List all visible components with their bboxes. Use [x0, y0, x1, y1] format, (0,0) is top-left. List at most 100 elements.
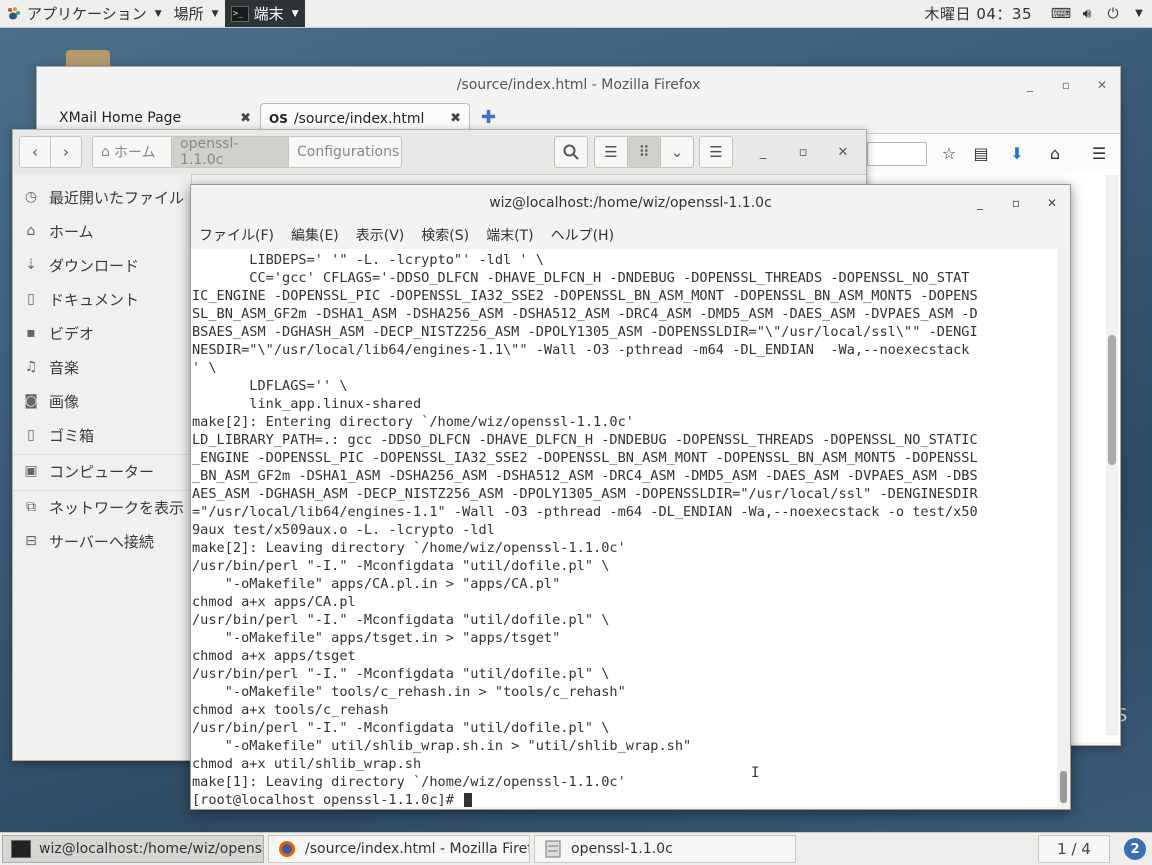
- back-button[interactable]: ‹: [19, 136, 51, 168]
- terminal-line: IC_ENGINE -DOPENSSL_PIC -DOPENSSL_IA32_S…: [192, 288, 978, 304]
- grid-view-button[interactable]: ⠿: [627, 136, 661, 168]
- terminal-line: SL_BN_ASM_GF2m -DSHA1_ASM -DSHA256_ASM -…: [192, 306, 978, 322]
- sidebar-item-videos[interactable]: ▪ ビデオ: [23, 318, 94, 348]
- terminal-line: "-oMakefile" util/shlib_wrap.sh.in > "ut…: [192, 738, 692, 754]
- maximize-button[interactable]: ▫: [1004, 191, 1028, 215]
- sidebar-item-pictures[interactable]: ◙ 画像: [23, 386, 79, 416]
- hamburger-menu-icon: ☰: [709, 143, 723, 161]
- home-icon: ⌂: [101, 144, 110, 160]
- keyboard-icon[interactable]: ⌨: [1048, 0, 1074, 27]
- chevron-down-icon[interactable]: ▼: [1126, 0, 1152, 27]
- download-icon[interactable]: ⬇: [1005, 142, 1029, 164]
- close-button[interactable]: ✕: [1090, 73, 1114, 97]
- list-view-button[interactable]: ☰: [594, 136, 628, 168]
- applications-menu[interactable]: アプリケーション ▼: [0, 0, 168, 27]
- places-menu[interactable]: 場所 ▼: [168, 0, 225, 27]
- terminal-line: BSAES_ASM -DGHASH_ASM -DECP_NISTZ256_ASM…: [192, 324, 978, 340]
- home-icon[interactable]: ⌂: [1043, 142, 1067, 164]
- terminal-titlebar[interactable]: wiz@localhost:/home/wiz/openssl-1.1.0c _…: [191, 185, 1070, 221]
- task-label: wiz@localhost:/home/wiz/openss…: [39, 841, 264, 857]
- firefox-icon: [279, 841, 295, 857]
- terminal-app-menu[interactable]: >_ 端末 ▼: [224, 0, 305, 27]
- sidebar-item-music[interactable]: ♫ 音楽: [23, 352, 79, 382]
- menu-terminal[interactable]: 端末(T): [486, 225, 533, 245]
- new-tab-button[interactable]: ✚: [481, 107, 496, 128]
- terminal-line: link_app.linux-shared: [192, 396, 422, 412]
- status-area: 木曜日 04：35 ⌨ 🔊︎ ⏻ ▼: [925, 0, 1152, 27]
- menu-file[interactable]: ファイル(F): [199, 225, 274, 245]
- window-list-bar: wiz@localhost:/home/wiz/openss… /source/…: [0, 832, 1152, 865]
- firefox-scrollbar[interactable]: [1106, 175, 1118, 735]
- volume-icon[interactable]: 🔊︎: [1074, 0, 1100, 27]
- terminal-line: /usr/bin/perl "-I." -Mconfigdata "util/d…: [192, 558, 610, 574]
- terminal-line: "-oMakefile" apps/tsget.in > "apps/tsget…: [192, 630, 561, 646]
- sidebar-item-label: ドキュメント: [49, 290, 140, 309]
- search-icon: [563, 144, 579, 160]
- menu-edit[interactable]: 編集(E): [291, 225, 339, 245]
- sidebar-item-trash[interactable]: ▯ ゴミ箱: [23, 420, 94, 450]
- sidebar-item-downloads[interactable]: ⇣ ダウンロード: [23, 250, 139, 280]
- clock[interactable]: 木曜日 04：35: [925, 3, 1032, 24]
- power-icon[interactable]: ⏻: [1100, 0, 1126, 27]
- terminal-line: _BN_ASM_GF2m -DSHA1_ASM -DSHA256_ASM -DS…: [192, 468, 978, 484]
- terminal-output[interactable]: LIBDEPS=' '" -L. -lcrypto"' -ldl ' \ CC=…: [191, 249, 1057, 807]
- close-icon[interactable]: ✖: [450, 111, 461, 126]
- menu-view[interactable]: 表示(V): [356, 225, 405, 245]
- terminal-line: make[2]: Leaving directory `/home/wiz/op…: [192, 540, 626, 556]
- sidebar-item-recent[interactable]: ◷ 最近開いたファイル: [23, 182, 184, 212]
- terminal-prompt-line: [root@localhost openssl-1.1.0c]#: [192, 791, 1057, 807]
- workspace-indicator[interactable]: 1 / 4: [1038, 835, 1110, 863]
- forward-button[interactable]: ›: [50, 136, 82, 168]
- notification-badge[interactable]: 2: [1124, 838, 1146, 860]
- minimize-button[interactable]: _: [753, 142, 773, 162]
- maximize-button[interactable]: ▫: [1054, 73, 1078, 97]
- menu-button[interactable]: ☰: [699, 136, 733, 168]
- search-box[interactable]: [867, 142, 927, 166]
- firefox-titlebar[interactable]: /source/index.html - Mozilla Firefox _ ▫…: [37, 67, 1120, 103]
- bookmark-star-icon[interactable]: ☆: [937, 142, 961, 164]
- list-view-icon: ☰: [604, 143, 618, 161]
- minimize-button[interactable]: _: [1018, 73, 1042, 97]
- maximize-button[interactable]: ▫: [793, 142, 813, 162]
- path-home[interactable]: ⌂ ホーム: [92, 136, 172, 168]
- terminal-line: LDFLAGS='' \: [192, 378, 348, 394]
- sidebar-item-label: ダウンロード: [49, 256, 140, 275]
- view-options-button[interactable]: ⌄: [660, 136, 694, 168]
- sidebar-item-documents[interactable]: ▯ ドキュメント: [23, 284, 139, 314]
- terminal-title: wiz@localhost:/home/wiz/openssl-1.1.0c: [489, 195, 772, 211]
- terminal-line: chmod a+x apps/tsget: [192, 648, 356, 664]
- close-button[interactable]: ✕: [833, 142, 853, 162]
- close-button[interactable]: ✕: [1040, 191, 1064, 215]
- sidebar-item-computer[interactable]: ▣ コンピューター: [23, 456, 154, 486]
- os-favicon-icon: OS: [269, 111, 288, 126]
- task-terminal[interactable]: wiz@localhost:/home/wiz/openss…: [2, 835, 264, 863]
- sidebar-item-label: ゴミ箱: [49, 426, 95, 445]
- scrollbar-thumb[interactable]: [1060, 771, 1067, 803]
- minimize-button[interactable]: _: [968, 191, 992, 215]
- task-files[interactable]: openssl-1.1.0c: [534, 835, 796, 863]
- hamburger-menu-icon[interactable]: ☰: [1087, 142, 1111, 164]
- sidebar-item-network[interactable]: ⧉ ネットワークを表示: [23, 492, 184, 522]
- sidebar-item-home[interactable]: ⌂ ホーム: [23, 216, 94, 246]
- file-cabinet-icon: [545, 840, 561, 858]
- close-icon[interactable]: ✖: [240, 111, 251, 126]
- task-firefox[interactable]: /source/index.html - Mozilla Firefox: [268, 835, 530, 863]
- path-openssl[interactable]: openssl-1.1.0c: [171, 136, 289, 168]
- terminal-line: 9aux test/x509aux.o -L. -lcrypto -ldl: [192, 522, 495, 538]
- music-icon: ♫: [24, 359, 38, 375]
- sidebar-item-label: ホーム: [49, 222, 94, 241]
- terminal-line: ' \: [192, 360, 217, 376]
- sidebar-item-label: コンピューター: [49, 462, 155, 481]
- chevron-down-icon: ▼: [211, 8, 219, 19]
- search-button[interactable]: [554, 136, 588, 168]
- menu-help[interactable]: ヘルプ(H): [551, 225, 614, 245]
- sidebar-item-connect-server[interactable]: ⊟ サーバーへ接続: [23, 526, 154, 556]
- places-label: 場所: [173, 5, 204, 23]
- video-icon: ▪: [26, 325, 36, 341]
- path-configurations[interactable]: Configurations: [288, 136, 402, 168]
- reading-list-icon[interactable]: ▤: [969, 142, 993, 164]
- computer-icon: ▣: [24, 463, 38, 479]
- terminal-scrollbar[interactable]: [1058, 251, 1069, 805]
- menu-search[interactable]: 検索(S): [421, 225, 469, 245]
- scrollbar-thumb[interactable]: [1108, 335, 1116, 465]
